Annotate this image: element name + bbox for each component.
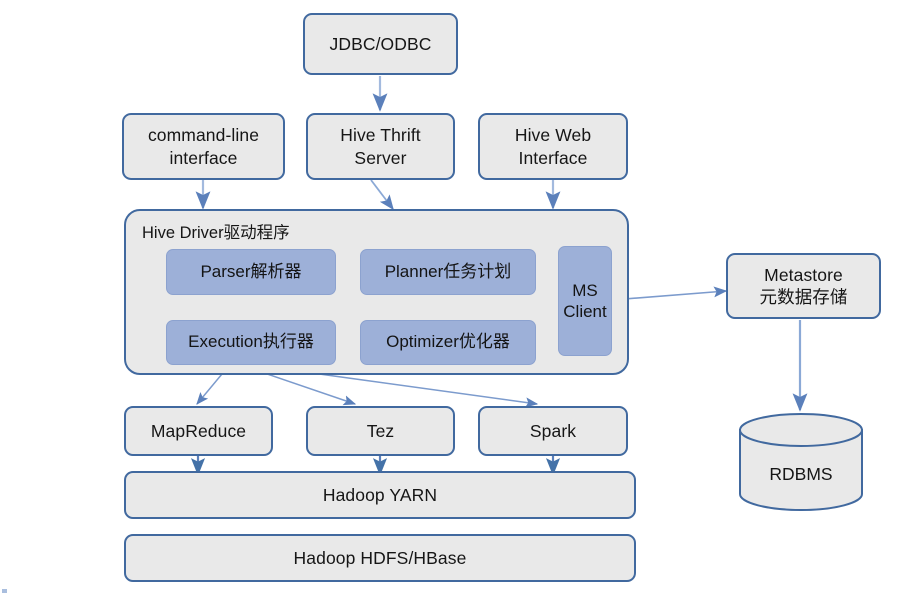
- ms-client-line-1: MS: [572, 280, 598, 300]
- node-metastore-label: Metastore 元数据存储: [760, 264, 848, 309]
- node-hadoop-hdfs-hbase[interactable]: Hadoop HDFS/HBase: [124, 534, 636, 582]
- node-hive-web-interface[interactable]: Hive Web Interface: [478, 113, 628, 180]
- node-parser[interactable]: Parser解析器: [166, 249, 336, 295]
- hive-driver-title: Hive Driver驱动程序: [142, 224, 290, 242]
- node-tez-label: Tez: [366, 420, 395, 441]
- node-rdbms-label: RDBMS: [769, 464, 833, 484]
- cli-line-2: interface: [169, 147, 238, 168]
- node-ms-client[interactable]: MS Client: [558, 246, 612, 356]
- edge-thrift-to-driver: [370, 179, 394, 211]
- node-optimizer[interactable]: Optimizer优化器: [360, 320, 536, 365]
- node-hadoop-yarn[interactable]: Hadoop YARN: [124, 471, 636, 519]
- node-ms-client-label: MS Client: [563, 280, 606, 323]
- metastore-line-2: 元数据存储: [759, 287, 848, 307]
- edge-msclient-to-metastore: [611, 286, 728, 301]
- node-metastore[interactable]: Metastore 元数据存储: [726, 253, 881, 319]
- node-spark[interactable]: Spark: [478, 406, 628, 456]
- node-planner-label: Planner任务计划: [384, 261, 512, 281]
- node-hive-web-interface-label: Hive Web Interface: [515, 124, 591, 169]
- node-tez[interactable]: Tez: [306, 406, 455, 456]
- node-jdbc-odbc-label: JDBC/ODBC: [329, 33, 432, 54]
- node-parser-label: Parser解析器: [200, 261, 302, 281]
- node-rdbms[interactable]: RDBMS: [738, 412, 864, 512]
- thrift-line-2: Server: [354, 147, 407, 168]
- node-execution-label: Execution执行器: [188, 332, 314, 352]
- stray-pixel-artifact: [2, 589, 7, 593]
- webui-line-1: Hive Web: [514, 125, 592, 146]
- node-spark-label: Spark: [529, 420, 577, 441]
- node-planner[interactable]: Planner任务计划: [360, 249, 536, 295]
- node-command-line-interface-label: command-line interface: [148, 124, 259, 169]
- diagram-canvas: JDBC/ODBC command-line interface Hive Th…: [0, 0, 907, 598]
- node-hadoop-yarn-label: Hadoop YARN: [322, 484, 438, 505]
- node-execution[interactable]: Execution执行器: [166, 320, 336, 365]
- cli-line-1: command-line: [147, 125, 260, 146]
- rdbms-cylinder-shape: [739, 413, 863, 511]
- node-mapreduce[interactable]: MapReduce: [124, 406, 273, 456]
- webui-line-2: Interface: [518, 147, 588, 168]
- ms-client-line-2: Client: [563, 302, 607, 321]
- node-jdbc-odbc[interactable]: JDBC/ODBC: [303, 13, 458, 75]
- node-hive-thrift-server[interactable]: Hive Thrift Server: [306, 113, 455, 180]
- node-command-line-interface[interactable]: command-line interface: [122, 113, 285, 180]
- node-hive-thrift-server-label: Hive Thrift Server: [340, 124, 421, 169]
- thrift-line-1: Hive Thrift: [340, 125, 421, 146]
- node-optimizer-label: Optimizer优化器: [386, 332, 510, 352]
- node-mapreduce-label: MapReduce: [150, 420, 247, 441]
- node-hadoop-hdfs-hbase-label: Hadoop HDFS/HBase: [293, 547, 467, 568]
- metastore-line-1: Metastore: [764, 264, 843, 285]
